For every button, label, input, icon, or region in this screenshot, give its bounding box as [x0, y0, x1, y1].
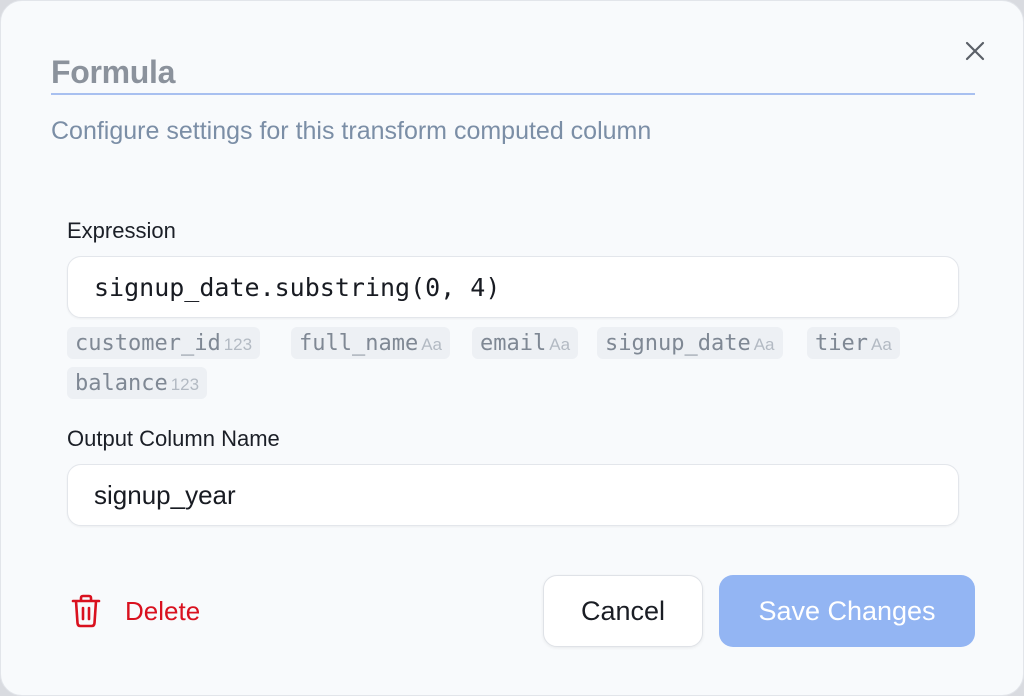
column-chip-type: 123	[223, 334, 253, 354]
delete-label: Delete	[125, 595, 201, 626]
column-chip-type: Aa	[753, 334, 775, 354]
output-column-value: signup_year	[94, 479, 236, 510]
expression-input[interactable]: signup_date.substring(0, 4)	[67, 256, 959, 318]
column-chip-name: email	[480, 330, 547, 356]
column-chip-name: customer_id	[75, 330, 221, 356]
trash-icon	[71, 594, 101, 628]
column-chip-name: balance	[75, 370, 168, 396]
column-chip-name: full_name	[299, 330, 419, 356]
title-field[interactable]: Formula	[51, 51, 975, 95]
column-chip-type: Aa	[549, 334, 571, 354]
output-column-input[interactable]: signup_year	[67, 464, 959, 526]
save-changes-button[interactable]: Save Changes	[719, 575, 975, 647]
column-chip-customer-id[interactable]: customer_id 123	[67, 327, 261, 359]
column-chip-type: Aa	[421, 334, 443, 354]
expression-value: signup_date.substring(0, 4)	[94, 272, 501, 302]
column-chip-name: signup_date	[605, 330, 751, 356]
column-chip-type: 123	[170, 374, 200, 394]
dialog-title: Formula	[51, 54, 176, 90]
delete-button[interactable]: Delete	[71, 587, 200, 635]
dialog-subtitle: Configure settings for this transform co…	[51, 117, 652, 145]
formula-dialog: Formula Configure settings for this tran…	[0, 0, 1024, 696]
column-chip-type: Aa	[870, 334, 892, 354]
output-column-label: Output Column Name	[67, 426, 280, 451]
column-chip-signup-date[interactable]: signup_date Aa	[597, 327, 783, 359]
cancel-button[interactable]: Cancel	[543, 575, 703, 647]
column-chip-email[interactable]: email Aa	[472, 327, 579, 359]
column-chip-balance[interactable]: balance 123	[67, 367, 208, 399]
expression-label: Expression	[67, 218, 176, 243]
column-chip-full-name[interactable]: full_name Aa	[291, 327, 451, 359]
column-chip-name: tier	[815, 330, 868, 356]
column-chip-tier[interactable]: tier Aa	[807, 327, 900, 359]
